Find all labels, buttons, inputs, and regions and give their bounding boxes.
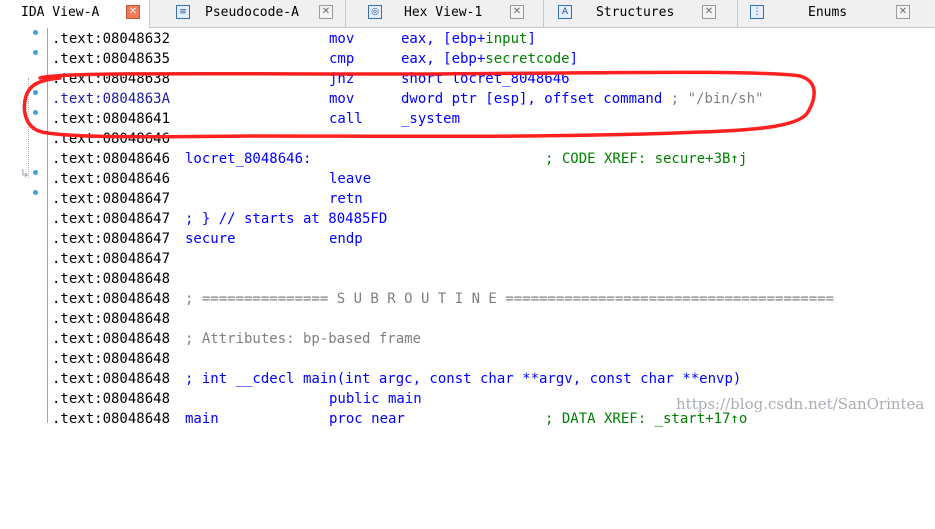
close-icon[interactable]: ✕ <box>510 5 524 19</box>
address: .text:08048648 <box>52 351 171 367</box>
address: .text:08048648 <box>52 371 171 387</box>
listing-row[interactable]: .text:08048648 <box>52 349 935 369</box>
hex-icon: ◎ <box>368 5 382 19</box>
mnemonic: endp <box>329 231 363 247</box>
address: .text:08048647 <box>52 231 171 247</box>
address: .text:08048647 <box>52 251 171 267</box>
tab-label: Pseudocode-A <box>205 5 299 20</box>
address: .text:08048648 <box>52 311 171 327</box>
operands: dword ptr [esp], offset command ; "/bin/… <box>401 91 764 107</box>
address: .text:08048647 <box>52 211 171 227</box>
address: .text:08048635 <box>52 51 171 67</box>
listing-row[interactable]: .text:08048641 call _system <box>52 109 935 129</box>
address: .text:08048646 <box>52 131 171 147</box>
code-label[interactable]: secure <box>185 229 236 249</box>
structures-icon: A <box>558 5 572 19</box>
subroutine-separator: ; =============== S U B R O U T I N E ==… <box>185 291 835 307</box>
address: .text:08048641 <box>52 111 171 127</box>
gutter-divider <box>47 28 48 423</box>
xref-comment[interactable]: ; CODE XREF: secure+3B↑j <box>545 149 747 169</box>
listing-row[interactable]: .text:08048635 cmp eax, [ebp+secretcode] <box>52 49 935 69</box>
listing-row[interactable]: .text:08048648 ; =============== S U B R… <box>52 289 935 309</box>
breakpoint-dot[interactable] <box>33 110 38 115</box>
mnemonic: cmp <box>329 51 355 67</box>
mnemonic: public main <box>329 391 422 407</box>
address: .text:0804863A <box>52 91 171 107</box>
gutter <box>0 28 48 423</box>
operands: eax, [ebp+secretcode] <box>401 51 579 67</box>
flow-arrow-line <box>28 78 30 178</box>
listing-row[interactable]: .text:08048632 mov eax, [ebp+input] <box>52 29 935 49</box>
breakpoint-dot[interactable] <box>33 170 38 175</box>
mnemonic: call <box>329 111 363 127</box>
listing-row[interactable]: .text:08048646 leave <box>52 169 935 189</box>
listing-row[interactable]: .text:0804863A mov dword ptr [esp], offs… <box>52 89 935 109</box>
listing-row[interactable]: .text:08048648 ; int __cdecl main(int ar… <box>52 369 935 389</box>
operands: _system <box>401 111 461 127</box>
close-icon[interactable]: ✕ <box>896 5 910 19</box>
tab-pseudocode-a[interactable]: ≡ Pseudocode-A ✕ <box>150 0 346 27</box>
address: .text:08048638 <box>52 71 171 87</box>
address: .text:08048632 <box>52 31 171 47</box>
listing-row[interactable]: .text:08048648 ; Attributes: bp-based fr… <box>52 329 935 349</box>
code-label[interactable]: locret_8048646: <box>185 149 311 169</box>
listing-row[interactable]: .text:08048646 <box>52 129 935 149</box>
close-icon[interactable]: ✕ <box>702 5 716 19</box>
close-icon[interactable]: ✕ <box>319 5 333 19</box>
code-label[interactable]: main <box>185 409 219 429</box>
pseudocode-icon: ≡ <box>176 5 190 19</box>
listing-row[interactable]: .text:08048647 retn <box>52 189 935 209</box>
tab-enums[interactable]: ⋮ Enums ✕ <box>738 0 935 27</box>
listing-row[interactable]: .text:08048648 <box>52 269 935 289</box>
listing-row[interactable]: .text:08048647 secure endp <box>52 229 935 249</box>
address: .text:08048648 <box>52 391 171 407</box>
watermark-text: https://blog.csdn.net/SanOrintea <box>676 395 925 413</box>
tab-label: IDA View-A <box>21 5 100 20</box>
address: .text:08048648 <box>52 291 171 307</box>
tab-bar: IDA View-A ✕ ≡ Pseudocode-A ✕ ◎ Hex View… <box>0 0 935 28</box>
listing-row[interactable]: .text:08048647 ; } // starts at 80485FD <box>52 209 935 229</box>
operands: eax, [ebp+input] <box>401 31 536 47</box>
tab-structures[interactable]: A Structures ✕ <box>544 0 738 27</box>
address: .text:08048648 <box>52 331 171 347</box>
address: .text:08048647 <box>52 191 171 207</box>
mnemonic: leave <box>329 171 372 187</box>
tab-label: Hex View-1 <box>404 5 483 20</box>
inline-comment: ; "/bin/sh" <box>662 91 764 107</box>
close-icon[interactable]: ✕ <box>126 5 140 19</box>
listing-row[interactable]: .text:08048638 jnz short locret_8048646 <box>52 69 935 89</box>
flow-arrow-icon: ↳ <box>20 167 30 180</box>
enums-icon: ⋮ <box>750 5 764 19</box>
address: .text:08048646 <box>52 171 171 187</box>
mnemonic: proc near <box>329 411 405 427</box>
breakpoint-dot[interactable] <box>33 90 38 95</box>
breakpoint-dot[interactable] <box>33 50 38 55</box>
function-prototype: ; int __cdecl main(int argc, const char … <box>185 371 742 387</box>
listing-row[interactable]: .text:08048648 <box>52 309 935 329</box>
listing-row[interactable]: .text:08048647 <box>52 249 935 269</box>
disassembly-listing[interactable]: .text:08048632 mov eax, [ebp+input] .tex… <box>52 29 935 427</box>
operands: short locret_8048646 <box>401 71 570 87</box>
attributes-comment: ; Attributes: bp-based frame <box>185 331 422 347</box>
function-end-comment: ; } // starts at 80485FD <box>185 211 388 227</box>
breakpoint-dot[interactable] <box>33 30 38 35</box>
tab-hex-view-1[interactable]: ◎ Hex View-1 ✕ <box>346 0 544 27</box>
listing-row[interactable]: .text:08048646 locret_8048646: ; CODE XR… <box>52 149 935 169</box>
breakpoint-dot[interactable] <box>33 190 38 195</box>
address: .text:08048646 <box>52 151 171 167</box>
address: .text:08048648 <box>52 271 171 287</box>
tab-ida-view-a[interactable]: IDA View-A ✕ <box>0 0 150 28</box>
address: .text:08048648 <box>52 411 171 427</box>
mnemonic: mov <box>329 31 355 47</box>
mnemonic: retn <box>329 191 363 207</box>
tab-label: Enums <box>808 5 848 20</box>
mnemonic: jnz <box>329 71 355 87</box>
tab-label: Structures <box>596 5 675 20</box>
mnemonic: mov <box>329 91 355 107</box>
